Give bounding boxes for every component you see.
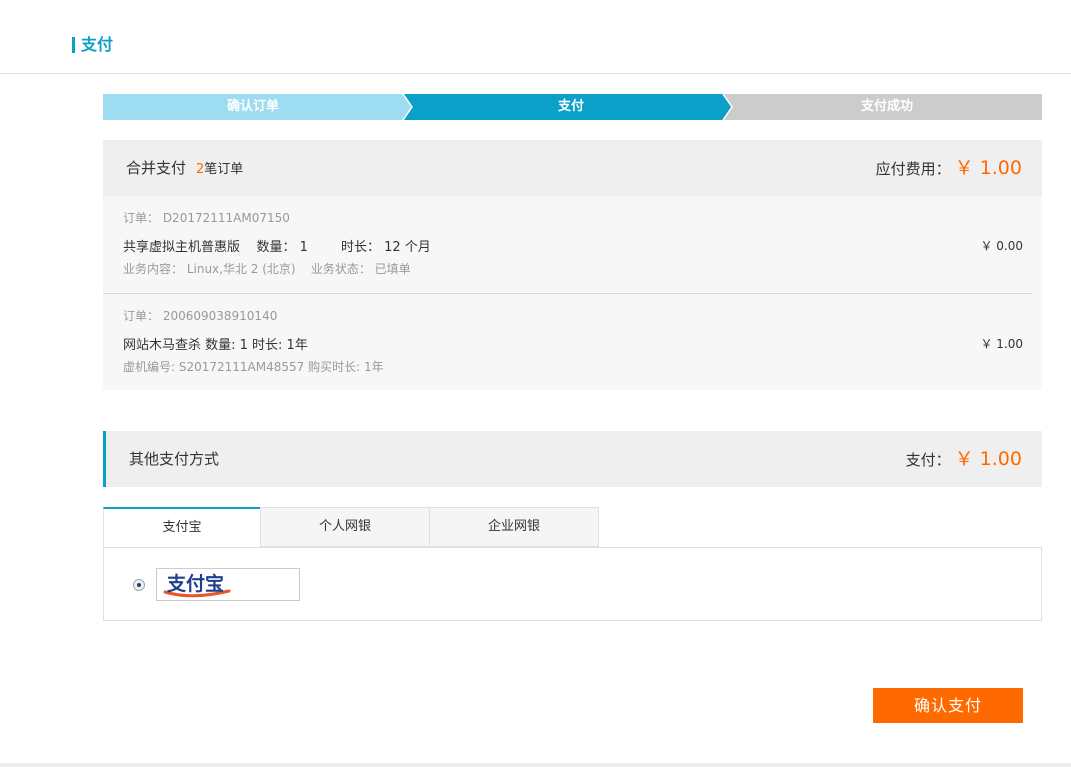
bottom-divider (0, 763, 1071, 767)
combined-payment-title: 合并支付 (126, 159, 187, 177)
tab-personal-bank[interactable]: 个人网银 (260, 507, 430, 547)
order-number: 订单： D20172111AM07150 (123, 211, 290, 225)
order-price: ￥ 0.00 (980, 239, 1023, 253)
step-confirm-order: 确认订单 (226, 99, 279, 114)
order-divider (103, 293, 1033, 294)
confirm-payment-button[interactable]: 确认支付 (873, 688, 1023, 723)
title-accent-bar (72, 37, 75, 53)
order-list: 订单： D20172111AM07150 共享虚拟主机普惠版 数量： 1 时长：… (103, 196, 1042, 390)
page-header: 支付 (0, 0, 1071, 74)
order-sub-info: 虚机编号: S20172111AM48557 购买时长: 1年 (123, 360, 384, 374)
other-payment-header: 其他支付方式 支付： ￥ 1.00 (103, 431, 1042, 487)
progress-steps: 确认订单 支付 支付成功 (103, 94, 1042, 120)
order-price: ￥ 1.00 (980, 337, 1023, 351)
order-number: 订单： 200609038910140 (123, 309, 278, 323)
combined-payment-header: 合并支付 2笔订单 应付费用： ￥ 1.00 (103, 140, 1042, 196)
fee-label: 应付费用： (875, 160, 951, 178)
tab-alipay[interactable]: 支付宝 (103, 507, 261, 548)
order-detail-line: 共享虚拟主机普惠版 数量： 1 时长： 12 个月 (123, 240, 431, 255)
page-title: 支付 (81, 35, 114, 54)
payment-tabs: 支付宝 个人网银 企业网银 (103, 507, 599, 548)
svg-text:支付宝: 支付宝 (166, 572, 224, 595)
step-pay-success: 支付成功 (860, 99, 913, 114)
pay-label: 支付： (905, 451, 951, 469)
payment-method-panel: 支付宝 (103, 547, 1042, 621)
order-sub-info: 业务内容： Linux,华北 2 (北京) 业务状态： 已填单 (123, 262, 411, 276)
step-pay: 支付 (557, 99, 584, 114)
order-detail-line: 网站木马查杀 数量: 1 时长: 1年 (123, 338, 308, 353)
order-count: 2笔订单 (196, 162, 243, 177)
fee-amount: ￥ 1.00 (954, 157, 1022, 179)
tab-business-bank[interactable]: 企业网银 (429, 507, 599, 547)
other-payment-title: 其他支付方式 (129, 450, 220, 468)
order-count-text: 笔订单 (204, 162, 244, 177)
alipay-radio[interactable] (133, 579, 145, 591)
alipay-logo-icon: 支付宝 (163, 572, 231, 598)
alipay-logo[interactable]: 支付宝 (156, 568, 300, 601)
pay-amount: ￥ 1.00 (954, 448, 1022, 470)
